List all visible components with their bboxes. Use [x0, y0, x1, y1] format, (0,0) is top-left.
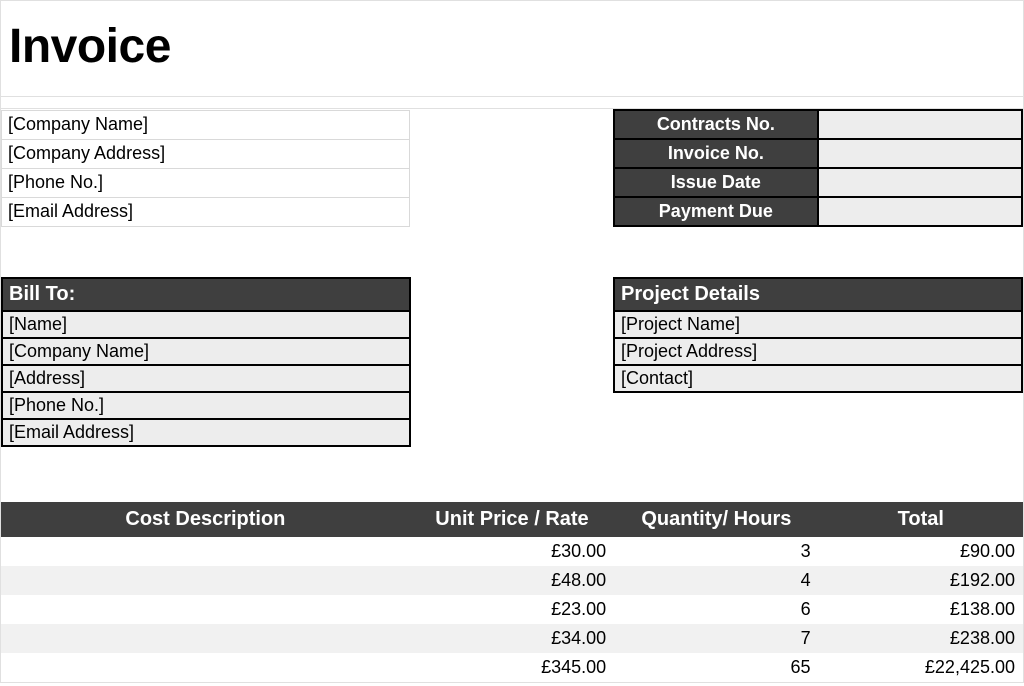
invoice-no-label: Invoice No. [614, 139, 818, 168]
bill-to-address: [Address] [2, 365, 410, 392]
line-total: £138.00 [819, 595, 1023, 624]
line-unit: £23.00 [410, 595, 614, 624]
line-total: £22,425.00 [819, 653, 1023, 682]
line-item-row: £345.0065£22,425.00 [1, 653, 1023, 682]
line-qty: 6 [614, 595, 818, 624]
bill-to-header: Bill To: [2, 278, 410, 311]
line-desc [1, 595, 410, 624]
line-qty: 4 [614, 566, 818, 595]
title-block: Invoice [1, 1, 1023, 97]
sender-phone: [Phone No.] [2, 168, 410, 197]
payment-due-value [818, 197, 1022, 226]
line-desc [1, 566, 410, 595]
line-items-header: Cost Description Unit Price / Rate Quant… [1, 502, 1023, 537]
issue-date-value [818, 168, 1022, 197]
contracts-no-value [818, 110, 1022, 139]
bill-to-name: [Name] [2, 311, 410, 338]
sender-company: [Company Name] [2, 110, 410, 139]
project-details-header: Project Details [614, 278, 1022, 311]
col-desc: Cost Description [1, 502, 410, 537]
line-unit: £345.00 [410, 653, 614, 682]
contracts-no-label: Contracts No. [614, 110, 818, 139]
col-unit: Unit Price / Rate [410, 502, 614, 537]
line-desc [1, 624, 410, 653]
line-unit: £30.00 [410, 537, 614, 566]
line-item-row: £30.003£90.00 [1, 537, 1023, 566]
issue-date-label: Issue Date [614, 168, 818, 197]
line-item-row: £48.004£192.00 [1, 566, 1023, 595]
bill-to-email: [Email Address] [2, 419, 410, 446]
billto-project-table: Bill To: Project Details [Name] [Project… [1, 277, 1023, 447]
line-unit: £34.00 [410, 624, 614, 653]
payment-due-label: Payment Due [614, 197, 818, 226]
line-unit: £48.00 [410, 566, 614, 595]
line-items-table: Cost Description Unit Price / Rate Quant… [1, 502, 1023, 682]
line-desc [1, 537, 410, 566]
line-item-row: £34.007£238.00 [1, 624, 1023, 653]
line-desc [1, 653, 410, 682]
col-qty: Quantity/ Hours [614, 502, 818, 537]
sender-address: [Company Address] [2, 139, 410, 168]
line-qty: 7 [614, 624, 818, 653]
invoice-document: Invoice [Company Name] Contracts No. [Co… [0, 0, 1024, 683]
project-contact: [Contact] [614, 365, 1022, 392]
line-item-row: £23.006£138.00 [1, 595, 1023, 624]
bill-to-phone: [Phone No.] [2, 392, 410, 419]
project-address: [Project Address] [614, 338, 1022, 365]
line-total: £90.00 [819, 537, 1023, 566]
header-info-table: [Company Name] Contracts No. [Company Ad… [1, 109, 1023, 227]
line-total: £192.00 [819, 566, 1023, 595]
line-qty: 65 [614, 653, 818, 682]
line-qty: 3 [614, 537, 818, 566]
bill-to-company: [Company Name] [2, 338, 410, 365]
invoice-no-value [818, 139, 1022, 168]
project-name: [Project Name] [614, 311, 1022, 338]
page-title: Invoice [9, 19, 1015, 74]
sender-email: [Email Address] [2, 197, 410, 226]
col-total: Total [819, 502, 1023, 537]
line-total: £238.00 [819, 624, 1023, 653]
